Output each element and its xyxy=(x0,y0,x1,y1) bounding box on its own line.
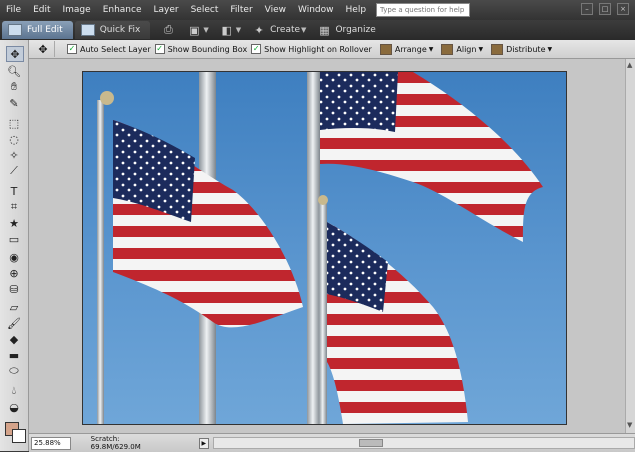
show-bounding-box-checkbox[interactable]: ✓ Show Bounding Box xyxy=(154,44,248,54)
align-label: Align xyxy=(456,44,477,54)
distribute-icon xyxy=(491,43,504,55)
auto-select-layer-checkbox[interactable]: ✓ Auto Select Layer xyxy=(67,44,151,54)
crop-tool-icon[interactable]: ⌗ xyxy=(6,200,22,214)
healing-brush-icon[interactable]: ⊕ xyxy=(6,266,22,280)
zoom-level-field[interactable]: 25.88% xyxy=(31,436,71,450)
create-button[interactable]: Create xyxy=(270,25,300,35)
chevron-down-icon: ▼ xyxy=(547,45,553,53)
status-menu-arrow-icon[interactable]: ▶ xyxy=(198,437,209,449)
brush-tool-icon[interactable]: 🖌︎ xyxy=(6,316,22,330)
straighten-tool-icon[interactable]: ▭ xyxy=(6,232,22,246)
menu-enhance[interactable]: Enhance xyxy=(97,0,148,20)
horizontal-scrollbar[interactable] xyxy=(213,437,635,449)
menu-layer[interactable]: Layer xyxy=(148,0,185,20)
chevron-down-icon[interactable]: ▼ xyxy=(301,26,306,34)
chevron-down-icon: ▼ xyxy=(478,45,484,53)
move-tool-options-icon[interactable]: ✥ xyxy=(32,41,55,57)
red-eye-tool-icon[interactable]: ◉ xyxy=(6,250,22,264)
document-image[interactable] xyxy=(82,71,567,425)
clone-stamp-icon[interactable]: ⛁ xyxy=(6,282,22,296)
help-search-input[interactable] xyxy=(376,3,471,17)
gradient-tool-icon[interactable]: ▬ xyxy=(6,348,22,362)
organize-button[interactable]: Organize xyxy=(335,25,375,35)
menu-select[interactable]: Select xyxy=(185,0,225,20)
lasso-tool-icon[interactable]: ◌ xyxy=(6,132,22,146)
order-prints-icon[interactable]: ◧ xyxy=(219,23,235,37)
cookie-cutter-icon[interactable]: ★ xyxy=(6,216,22,230)
tab-quick-fix[interactable]: Quick Fix xyxy=(74,21,151,39)
print-icon[interactable]: ⎙ xyxy=(160,23,176,37)
canvas-area xyxy=(29,59,625,433)
show-highlight-checkbox[interactable]: ✓ Show Highlight on Rollover xyxy=(251,44,372,54)
tab-full-edit[interactable]: Full Edit xyxy=(2,21,73,39)
distribute-label: Distribute xyxy=(506,44,546,54)
type-tool-icon[interactable]: T xyxy=(6,184,22,198)
share-icon[interactable]: ▣ xyxy=(186,23,202,37)
auto-select-layer-label: Auto Select Layer xyxy=(80,44,151,54)
align-button[interactable]: Align ▼ xyxy=(441,43,484,55)
eyedropper-icon[interactable]: ✎ xyxy=(6,96,22,110)
selection-brush-icon[interactable]: ⟋ xyxy=(6,164,22,178)
checkmark-icon: ✓ xyxy=(154,44,165,54)
status-bar: 25.88% Scratch: 69.8M/629.0M ▶ xyxy=(29,433,635,452)
show-highlight-label: Show Highlight on Rollover xyxy=(264,44,372,54)
maximize-icon[interactable]: □ xyxy=(599,3,611,15)
arrange-icon xyxy=(379,43,392,55)
magic-wand-icon[interactable]: ✧ xyxy=(6,148,22,162)
scratch-disk-info: Scratch: 69.8M/629.0M xyxy=(90,435,141,451)
menu-file[interactable]: File xyxy=(0,0,27,20)
tab-full-edit-label: Full Edit xyxy=(27,25,63,35)
options-bar: ✥ ✓ Auto Select Layer ✓ Show Bounding Bo… xyxy=(0,40,635,59)
mode-toolbar: Full Edit Quick Fix ⎙ ▣ ▼ ◧ ▼ ✦ Create ▼ ▦ … xyxy=(0,20,635,40)
scroll-up-icon[interactable]: ▲ xyxy=(627,61,632,69)
paint-bucket-icon[interactable]: ◆ xyxy=(6,332,22,346)
sponge-tool-icon[interactable]: ◒ xyxy=(6,400,22,414)
chevron-down-icon[interactable]: ▼ xyxy=(236,26,241,34)
vertical-scrollbar[interactable]: ▲ ▼ xyxy=(625,59,635,433)
menu-image[interactable]: Image xyxy=(57,0,97,20)
background-color-swatch[interactable] xyxy=(12,429,26,443)
distribute-button[interactable]: Distribute ▼ xyxy=(491,43,553,55)
close-icon[interactable]: × xyxy=(617,3,629,15)
shape-tool-icon[interactable]: ⬭ xyxy=(6,364,22,378)
menu-view[interactable]: View xyxy=(259,0,292,20)
arrange-label: Arrange xyxy=(394,44,427,54)
minimize-icon[interactable]: – xyxy=(581,3,593,15)
menu-edit[interactable]: Edit xyxy=(27,0,56,20)
window-controls: – □ × xyxy=(581,3,629,15)
menu-filter[interactable]: Filter xyxy=(224,0,258,20)
scroll-thumb[interactable] xyxy=(359,439,383,447)
quick-fix-icon xyxy=(80,24,95,36)
blur-tool-icon[interactable]: 💧︎ xyxy=(6,384,22,398)
create-icon[interactable]: ✦ xyxy=(251,23,267,37)
full-edit-icon xyxy=(8,24,22,36)
arrange-button[interactable]: Arrange ▼ xyxy=(379,43,434,55)
toolbox: ✥ 🔍︎ ✋︎ ✎ ⬚ ◌ ✧ ⟋ T ⌗ ★ ▭ ◉ ⊕ ⛁ ▱ 🖌︎ ◆ ▬… xyxy=(0,40,29,451)
chevron-down-icon: ▼ xyxy=(428,45,434,53)
marquee-tool-icon[interactable]: ⬚ xyxy=(6,116,22,130)
scroll-down-icon[interactable]: ▼ xyxy=(627,421,632,429)
menu-window[interactable]: Window xyxy=(292,0,340,20)
checkmark-icon: ✓ xyxy=(251,44,262,54)
flags-photo xyxy=(97,72,543,424)
show-bounding-box-label: Show Bounding Box xyxy=(167,44,248,54)
hand-tool-icon[interactable]: ✋︎ xyxy=(6,80,22,94)
zoom-tool-icon[interactable]: 🔍︎ xyxy=(6,64,22,78)
menu-bar: File Edit Image Enhance Layer Select Fil… xyxy=(0,0,635,20)
chevron-down-icon[interactable]: ▼ xyxy=(203,26,208,34)
align-icon xyxy=(441,43,454,55)
eraser-tool-icon[interactable]: ▱ xyxy=(6,300,22,314)
menu-help[interactable]: Help xyxy=(340,0,373,20)
tab-quick-fix-label: Quick Fix xyxy=(99,25,141,35)
checkmark-icon: ✓ xyxy=(67,44,77,54)
organize-icon[interactable]: ▦ xyxy=(316,23,332,37)
move-tool-icon[interactable]: ✥ xyxy=(6,46,24,62)
